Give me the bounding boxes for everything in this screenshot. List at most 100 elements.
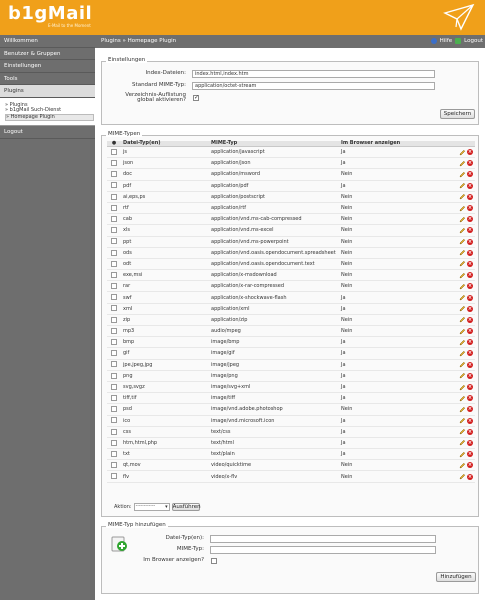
row-checkbox[interactable] (111, 394, 117, 401)
edit-icon[interactable] (459, 372, 466, 379)
delete-icon[interactable]: × (467, 171, 473, 178)
edit-icon[interactable] (459, 182, 466, 189)
delete-icon[interactable]: × (467, 473, 473, 480)
edit-icon[interactable] (459, 283, 466, 290)
row-checkbox[interactable] (111, 182, 117, 189)
edit-icon[interactable] (459, 406, 466, 413)
row-checkbox[interactable] (111, 260, 117, 267)
logout-icon[interactable] (455, 37, 462, 44)
delete-icon[interactable]: × (467, 182, 473, 189)
row-checkbox[interactable] (111, 305, 117, 312)
row-checkbox[interactable] (111, 327, 117, 334)
edit-icon[interactable] (459, 451, 466, 458)
edit-icon[interactable] (459, 216, 466, 223)
delete-icon[interactable]: × (467, 384, 473, 391)
edit-icon[interactable] (459, 339, 466, 346)
edit-icon[interactable] (459, 160, 466, 167)
index-files-input[interactable] (192, 69, 435, 78)
edit-icon[interactable] (459, 384, 466, 391)
delete-icon[interactable]: × (467, 372, 473, 379)
row-checkbox[interactable] (111, 316, 117, 323)
edit-icon[interactable] (459, 350, 466, 357)
new-mime-input[interactable] (210, 545, 436, 554)
delete-icon[interactable]: × (467, 272, 473, 279)
row-checkbox[interactable] (111, 294, 117, 301)
delete-icon[interactable]: × (467, 216, 473, 223)
row-checkbox[interactable] (111, 450, 117, 457)
help-link[interactable]: Hilfe (440, 38, 453, 44)
delete-icon[interactable]: × (467, 149, 473, 156)
row-checkbox[interactable] (111, 361, 117, 368)
delete-icon[interactable]: × (467, 160, 473, 167)
delete-icon[interactable]: × (467, 260, 473, 267)
row-checkbox[interactable] (111, 383, 117, 390)
directory-listing-checkbox[interactable] (193, 94, 199, 101)
edit-icon[interactable] (459, 462, 466, 469)
default-mime-input[interactable] (192, 81, 435, 90)
delete-icon[interactable]: × (467, 451, 473, 458)
sidebar-item-welcome[interactable]: Willkommen (0, 35, 95, 48)
delete-icon[interactable]: × (467, 193, 473, 200)
edit-icon[interactable] (459, 238, 466, 245)
delete-icon[interactable]: × (467, 428, 473, 435)
edit-icon[interactable] (459, 328, 466, 335)
row-checkbox[interactable] (111, 350, 117, 357)
edit-icon[interactable] (459, 305, 466, 312)
row-checkbox[interactable] (111, 249, 117, 256)
edit-icon[interactable] (459, 171, 466, 178)
delete-icon[interactable]: × (467, 350, 473, 357)
edit-icon[interactable] (459, 395, 466, 402)
sidebar-item-logout[interactable]: Logout (0, 126, 95, 139)
sidebar-item-plugins[interactable]: Plugins (0, 85, 95, 98)
help-icon[interactable] (430, 37, 437, 44)
row-checkbox[interactable] (111, 193, 117, 200)
row-checkbox[interactable] (111, 171, 117, 178)
row-checkbox[interactable] (111, 462, 117, 469)
edit-icon[interactable] (459, 193, 466, 200)
action-select[interactable]: ------------ (133, 502, 170, 511)
delete-icon[interactable]: × (467, 316, 473, 323)
row-checkbox[interactable] (111, 372, 117, 379)
row-checkbox[interactable] (111, 406, 117, 413)
row-checkbox[interactable] (111, 148, 117, 155)
row-checkbox[interactable] (111, 428, 117, 435)
add-button[interactable]: Hinzufügen (436, 571, 476, 582)
delete-icon[interactable]: × (467, 305, 473, 312)
delete-icon[interactable]: × (467, 283, 473, 290)
row-checkbox[interactable] (111, 473, 117, 480)
row-checkbox[interactable] (111, 439, 117, 446)
sidebar-item-settings[interactable]: Einstellungen (0, 60, 95, 73)
delete-icon[interactable]: × (467, 205, 473, 212)
edit-icon[interactable] (459, 316, 466, 323)
row-checkbox[interactable] (111, 238, 117, 245)
edit-icon[interactable] (459, 294, 466, 301)
edit-icon[interactable] (459, 439, 466, 446)
delete-icon[interactable]: × (467, 406, 473, 413)
edit-icon[interactable] (459, 417, 466, 424)
logout-link[interactable]: Logout (464, 38, 483, 44)
edit-icon[interactable] (459, 205, 466, 212)
delete-icon[interactable]: × (467, 238, 473, 245)
edit-icon[interactable] (459, 272, 466, 279)
row-checkbox[interactable] (111, 227, 117, 234)
delete-icon[interactable]: × (467, 439, 473, 446)
row-checkbox[interactable] (111, 283, 117, 290)
edit-icon[interactable] (459, 227, 466, 234)
subnav-item-homepage-plugin[interactable]: » Homepage Plugin (5, 113, 94, 121)
new-browser-checkbox[interactable] (211, 557, 217, 564)
delete-icon[interactable]: × (467, 227, 473, 234)
save-button[interactable]: Speichern (440, 108, 475, 119)
delete-icon[interactable]: × (467, 294, 473, 301)
edit-icon[interactable] (459, 428, 466, 435)
edit-icon[interactable] (459, 249, 466, 256)
edit-icon[interactable] (459, 260, 466, 267)
delete-icon[interactable]: × (467, 361, 473, 368)
delete-icon[interactable]: × (467, 339, 473, 346)
edit-icon[interactable] (459, 473, 466, 480)
row-checkbox[interactable] (111, 204, 117, 211)
edit-icon[interactable] (459, 361, 466, 368)
sidebar-item-tools[interactable]: Tools (0, 72, 95, 85)
row-checkbox[interactable] (111, 417, 117, 424)
sidebar-item-users-groups[interactable]: Benutzer & Gruppen (0, 47, 95, 60)
row-checkbox[interactable] (111, 160, 117, 167)
